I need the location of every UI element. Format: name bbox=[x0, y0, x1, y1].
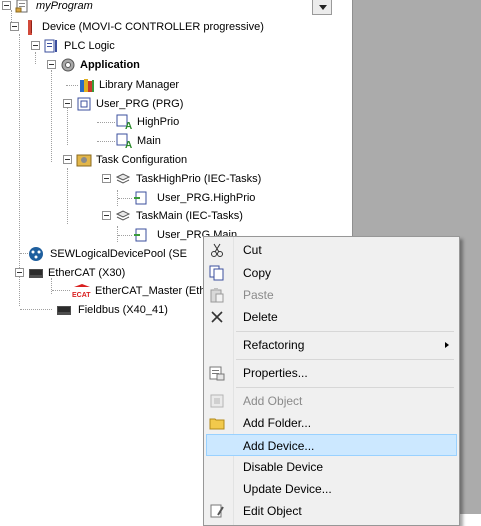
collapse-toggle[interactable] bbox=[15, 268, 24, 277]
add-object-icon bbox=[209, 393, 225, 409]
collapse-toggle[interactable] bbox=[102, 211, 111, 220]
task-icon bbox=[115, 171, 131, 187]
scissors-icon bbox=[209, 242, 225, 258]
menu-item-update-device[interactable]: Update Device... bbox=[206, 478, 457, 500]
tree-row-task-configuration[interactable]: Task Configuration bbox=[0, 151, 300, 169]
submenu-arrow-icon bbox=[445, 342, 449, 348]
menu-label: Edit Object bbox=[243, 504, 302, 518]
tree-row-user-prg[interactable]: User_PRG (PRG) bbox=[0, 95, 300, 113]
action-icon: A bbox=[116, 133, 132, 151]
tree-label: User_PRG.HighPrio bbox=[157, 192, 256, 204]
tree-label: Fieldbus (X40_41) bbox=[78, 304, 168, 316]
library-books-icon bbox=[79, 77, 95, 93]
collapse-toggle[interactable] bbox=[10, 22, 19, 31]
menu-label: Refactoring bbox=[243, 338, 305, 352]
menu-item-cut[interactable]: Cut bbox=[206, 239, 457, 261]
tree-label: Device (MOVI-C CONTROLLER progressive) bbox=[42, 21, 264, 33]
menu-item-paste[interactable]: Paste bbox=[206, 284, 457, 306]
network-port-icon bbox=[28, 265, 44, 281]
tree-label: Library Manager bbox=[99, 79, 180, 91]
tree-row-library-manager[interactable]: Library Manager bbox=[0, 76, 300, 94]
menu-separator bbox=[236, 359, 454, 360]
collapse-toggle[interactable] bbox=[31, 41, 40, 50]
tree-row-user-prg-highprio[interactable]: User_PRG.HighPrio bbox=[0, 189, 300, 207]
tree-label: SEWLogicalDevicePool (SE bbox=[50, 248, 187, 260]
tree-label: EtherCAT_Master (Eth bbox=[95, 285, 206, 297]
menu-label: Add Object bbox=[243, 394, 303, 408]
menu-item-properties[interactable]: Properties... bbox=[206, 362, 457, 384]
tree-row-highprio[interactable]: A HighPrio bbox=[0, 113, 300, 132]
task-icon bbox=[115, 208, 131, 224]
menu-item-delete[interactable]: Delete bbox=[206, 306, 457, 328]
menu-label: Cut bbox=[243, 243, 262, 257]
collapse-toggle[interactable] bbox=[63, 99, 72, 108]
menu-label: Update Device... bbox=[243, 482, 332, 496]
task-configuration-icon bbox=[76, 152, 92, 168]
tree-label: User_PRG (PRG) bbox=[96, 98, 184, 110]
copy-icon bbox=[209, 265, 225, 281]
application-gear-icon bbox=[60, 57, 76, 73]
menu-item-refactoring[interactable]: Refactoring bbox=[206, 334, 457, 356]
menu-item-edit-object[interactable]: Edit Object bbox=[206, 500, 457, 522]
menu-label: Add Device... bbox=[243, 439, 315, 453]
tree-label: myProgram bbox=[36, 0, 93, 12]
tree-row-application[interactable]: Application bbox=[0, 56, 300, 74]
collapse-toggle[interactable] bbox=[2, 1, 11, 10]
ethercat-master-icon: ECAT bbox=[72, 283, 92, 299]
menu-item-add-folder[interactable]: Add Folder... bbox=[206, 412, 457, 434]
folder-icon bbox=[209, 415, 225, 431]
chevron-down-icon bbox=[319, 5, 327, 10]
context-menu: Cut Copy Paste Delete Refactoring Proper… bbox=[203, 236, 460, 526]
plc-logic-icon bbox=[43, 38, 59, 54]
menu-item-copy[interactable]: Copy bbox=[206, 262, 457, 284]
tree-row-device[interactable]: Device (MOVI-C CONTROLLER progressive) bbox=[0, 18, 300, 36]
tree-label: PLC Logic bbox=[64, 40, 115, 52]
action-icon: A bbox=[116, 114, 132, 132]
menu-item-disable-device[interactable]: Disable Device bbox=[206, 456, 457, 478]
menu-label: Disable Device bbox=[243, 460, 324, 474]
svg-text:ECAT: ECAT bbox=[72, 292, 91, 299]
tree-label: EtherCAT (X30) bbox=[48, 267, 126, 279]
menu-label: Delete bbox=[243, 310, 278, 324]
svg-text:A: A bbox=[125, 140, 132, 149]
menu-item-add-device[interactable]: Add Device... bbox=[206, 434, 457, 456]
tree-label: TaskMain (IEC-Tasks) bbox=[136, 210, 243, 222]
properties-icon bbox=[209, 365, 225, 381]
edit-object-icon bbox=[209, 503, 225, 519]
delete-x-icon bbox=[209, 309, 225, 325]
collapse-toggle[interactable] bbox=[47, 60, 56, 69]
tree-row-myprogram[interactable]: myProgram bbox=[0, 0, 300, 15]
menu-item-add-object[interactable]: Add Object bbox=[206, 390, 457, 412]
task-call-icon bbox=[133, 227, 149, 243]
dropdown-arrow-button[interactable] bbox=[312, 0, 332, 15]
menu-label: Paste bbox=[243, 288, 274, 302]
tree-label: HighPrio bbox=[137, 116, 180, 128]
network-port-icon bbox=[56, 302, 72, 318]
menu-label: Copy bbox=[243, 266, 272, 280]
tree-label: TaskHighPrio (IEC-Tasks) bbox=[136, 173, 262, 185]
tree-row-taskhighprio[interactable]: TaskHighPrio (IEC-Tasks) bbox=[0, 170, 300, 188]
svg-text:A: A bbox=[125, 121, 132, 130]
menu-label: Properties... bbox=[243, 366, 308, 380]
tree-label: Task Configuration bbox=[96, 154, 188, 166]
collapse-toggle[interactable] bbox=[102, 174, 111, 183]
program-pou-icon bbox=[76, 96, 92, 112]
tree-row-main[interactable]: A Main bbox=[0, 132, 300, 151]
tree-row-taskmain[interactable]: TaskMain (IEC-Tasks) bbox=[0, 207, 300, 225]
menu-separator bbox=[236, 387, 454, 388]
paste-icon bbox=[209, 287, 225, 303]
tree-label: Application bbox=[80, 59, 140, 71]
project-icon bbox=[14, 0, 30, 14]
tree-label: Main bbox=[137, 135, 161, 147]
task-call-icon bbox=[133, 190, 149, 206]
menu-label: Add Folder... bbox=[243, 416, 312, 430]
menu-separator bbox=[236, 331, 454, 332]
device-pool-icon bbox=[28, 246, 44, 262]
tree-row-plc-logic[interactable]: PLC Logic bbox=[0, 37, 300, 55]
collapse-toggle[interactable] bbox=[63, 155, 72, 164]
device-icon bbox=[22, 19, 38, 35]
